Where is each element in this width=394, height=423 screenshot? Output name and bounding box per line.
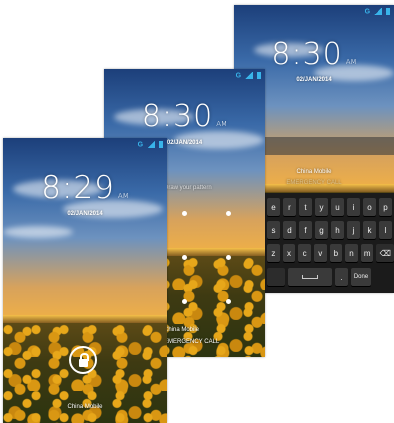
pattern-dot[interactable] xyxy=(226,255,231,260)
clock-time: 8:30 xyxy=(141,99,214,134)
space-bar-icon xyxy=(302,275,318,279)
clock: 8:30 AM xyxy=(104,99,265,134)
battery-icon xyxy=(386,8,390,15)
key-u[interactable]: u xyxy=(331,198,344,216)
key-o[interactable]: o xyxy=(363,198,376,216)
key-s[interactable]: s xyxy=(267,221,280,239)
signal-icon xyxy=(245,72,254,79)
key-r[interactable]: r xyxy=(283,198,296,216)
symbols-key[interactable] xyxy=(267,268,285,286)
key-v[interactable]: v xyxy=(313,244,327,262)
battery-icon xyxy=(159,141,163,148)
keyboard-row-2: s d f g h j k l xyxy=(264,221,394,239)
key-m[interactable]: m xyxy=(360,244,374,262)
key-e[interactable]: e xyxy=(267,198,280,216)
clock-time: 8:29 xyxy=(41,170,115,206)
status-bar: G xyxy=(138,141,163,148)
pattern-prompt: Draw your pattern xyxy=(164,185,212,191)
space-key[interactable] xyxy=(288,268,332,286)
lockscreen-slide-phone: G 8:29 AM 02/JAN/2014 China Mobile xyxy=(3,138,167,423)
key-y[interactable]: y xyxy=(315,198,328,216)
key-c[interactable]: c xyxy=(298,244,311,262)
carrier-label: China Mobile xyxy=(164,327,200,333)
key-b[interactable]: b xyxy=(329,244,343,262)
clock-ampm: AM xyxy=(216,120,228,128)
backspace-icon: ⌫ xyxy=(379,248,391,258)
clock-ampm: AM xyxy=(117,192,129,200)
carrier-label: China Mobile xyxy=(67,404,103,410)
date-label: 02/JAN/2014 xyxy=(67,211,103,217)
backspace-key[interactable]: ⌫ xyxy=(376,244,394,262)
key-j[interactable]: j xyxy=(347,221,360,239)
done-key[interactable]: Done xyxy=(351,268,371,286)
key-x[interactable]: x xyxy=(282,244,296,262)
key-t[interactable]: t xyxy=(299,198,312,216)
key-l[interactable]: l xyxy=(379,221,392,239)
keyboard-row-3: z x c v b n m ⌫ xyxy=(264,244,394,262)
keyboard-row-4: . Done xyxy=(264,268,394,286)
clock: 8:29 AM xyxy=(3,170,167,206)
signal-icon xyxy=(147,141,156,148)
key-d[interactable]: d xyxy=(283,221,296,239)
period-key[interactable]: . xyxy=(335,268,348,286)
unlock-handle[interactable] xyxy=(69,346,97,374)
status-bar: G xyxy=(365,8,390,15)
signal-icon xyxy=(374,8,383,15)
pattern-dot[interactable] xyxy=(182,211,187,216)
key-h[interactable]: h xyxy=(331,221,344,239)
clock-time: 8:30 xyxy=(271,37,343,72)
emergency-call-button[interactable]: EMERGENCY CALL xyxy=(164,339,265,345)
network-label: G xyxy=(235,72,242,80)
clock: 8:30 AM xyxy=(234,37,394,72)
key-k[interactable]: k xyxy=(363,221,376,239)
key-i[interactable]: i xyxy=(347,198,360,216)
status-bar: G xyxy=(236,72,261,79)
pattern-dot[interactable] xyxy=(226,211,231,216)
network-label: G xyxy=(137,141,144,149)
key-p[interactable]: p xyxy=(379,198,392,216)
battery-icon xyxy=(257,72,261,79)
clock-ampm: AM xyxy=(345,58,357,66)
network-label: G xyxy=(364,8,371,16)
keyboard-row-1: e r t y u i o p xyxy=(264,198,394,216)
key-g[interactable]: g xyxy=(315,221,328,239)
key-n[interactable]: n xyxy=(345,244,358,262)
pattern-dot[interactable] xyxy=(182,299,187,304)
key-z[interactable]: z xyxy=(267,244,280,262)
key-f[interactable]: f xyxy=(299,221,312,239)
pattern-dot[interactable] xyxy=(226,299,231,304)
pattern-dot[interactable] xyxy=(182,255,187,260)
